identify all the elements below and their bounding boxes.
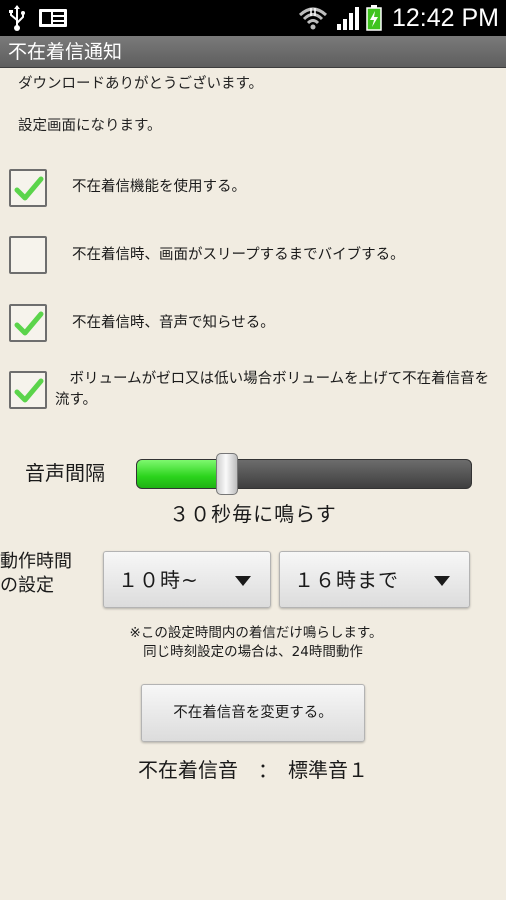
note-line-1: ※この設定時間内の着信だけ鳴らします。 bbox=[129, 625, 383, 641]
option-label-volume: ボリュームがゼロ又は低い場合ボリュームを上げて不在着信音を流す。 bbox=[55, 371, 490, 408]
checkmark-icon bbox=[14, 176, 44, 201]
interval-slider-track[interactable] bbox=[136, 459, 472, 489]
operating-time-label: 動作時間 の設定 bbox=[0, 550, 72, 598]
wifi-icon bbox=[298, 7, 328, 30]
interval-slider-thumb[interactable] bbox=[216, 453, 238, 495]
checkbox-volume[interactable] bbox=[9, 371, 47, 409]
interval-slider-fill bbox=[137, 460, 228, 488]
change-ringtone-button[interactable]: 不在着信音を変更する。 bbox=[141, 684, 365, 742]
title-bar: 不在着信通知 bbox=[0, 36, 506, 68]
operating-time-label-line1: 動作時間 bbox=[0, 551, 72, 572]
checkbox-vibrate[interactable] bbox=[9, 236, 47, 274]
usb-icon bbox=[9, 5, 25, 31]
option-label-enable: 不在着信機能を使用する。 bbox=[72, 179, 246, 195]
battery-charging-icon bbox=[366, 5, 382, 31]
message-icon bbox=[39, 9, 67, 27]
signal-icon bbox=[337, 7, 359, 30]
status-bar: 12:42 PM bbox=[0, 0, 506, 36]
checkbox-enable[interactable] bbox=[9, 169, 47, 207]
checkbox-voice[interactable] bbox=[9, 304, 47, 342]
operating-time-label-line2: の設定 bbox=[0, 575, 54, 596]
intro-settings-text: 設定画面になります。 bbox=[18, 118, 162, 134]
note-line-2: 同じ時刻設定の場合は、24時間動作 bbox=[143, 644, 363, 660]
intro-thanks-text: ダウンロードありがとうございます。 bbox=[18, 76, 264, 92]
dropdown-arrow-icon bbox=[235, 576, 251, 586]
checkmark-icon bbox=[14, 378, 44, 403]
interval-label: 音声間隔 bbox=[25, 461, 105, 485]
option-label-vibrate: 不在着信時、画面がスリープするまでバイブする。 bbox=[72, 247, 405, 263]
checkmark-icon bbox=[14, 311, 44, 336]
start-time-dropdown[interactable]: １０時~ bbox=[103, 551, 271, 608]
end-time-dropdown[interactable]: １６時まで bbox=[279, 551, 470, 608]
start-time-value: １０時~ bbox=[118, 568, 199, 592]
dropdown-arrow-icon bbox=[434, 576, 450, 586]
option-label-voice: 不在着信時、音声で知らせる。 bbox=[72, 315, 275, 331]
end-time-value: １６時まで bbox=[294, 568, 399, 592]
interval-value-text: ３０秒毎に鳴らす bbox=[169, 502, 337, 526]
app-title: 不在着信通知 bbox=[8, 41, 123, 63]
status-time: 12:42 PM bbox=[392, 4, 500, 32]
current-ringtone-text: 不在着信音 ： 標準音１ bbox=[138, 758, 368, 782]
